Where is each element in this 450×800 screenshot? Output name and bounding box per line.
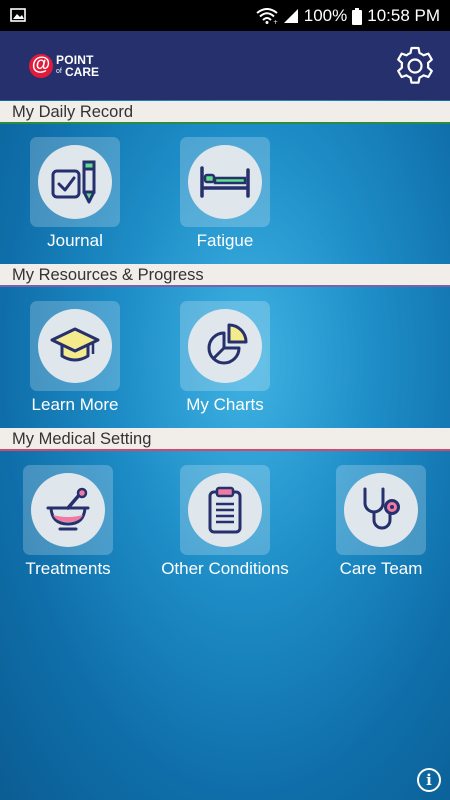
info-button[interactable]: i [417, 768, 441, 792]
treatments-tile[interactable]: Treatments [0, 465, 143, 579]
point-of-care-logo: @ POINT of CARE [29, 51, 109, 81]
care-team-label: Care Team [339, 559, 423, 578]
mortar-pestle-icon [46, 487, 90, 531]
battery-icon [352, 7, 363, 25]
logo-of: of [56, 68, 62, 75]
journal-tile[interactable]: Journal [0, 137, 150, 251]
gallery-icon [10, 8, 26, 22]
battery-percent: 100% [303, 6, 348, 25]
section-header-medical-setting: My Medical Setting [0, 428, 450, 451]
gear-icon [397, 46, 433, 84]
signal-icon [283, 9, 298, 23]
other-conditions-tile[interactable]: Other Conditions [150, 465, 300, 579]
settings-button[interactable] [394, 45, 436, 87]
fatigue-tile[interactable]: Fatigue [150, 137, 300, 251]
wifi-icon: + [256, 8, 278, 24]
status-bar: + 100% 10:58 PM [0, 0, 450, 31]
bed-icon [200, 166, 250, 198]
journal-label: Journal [47, 231, 103, 250]
graduation-cap-icon [50, 327, 100, 362]
my-charts-label: My Charts [186, 395, 264, 414]
stethoscope-icon [363, 487, 400, 530]
fatigue-label: Fatigue [196, 231, 254, 250]
section-header-resources-progress: My Resources & Progress [0, 264, 450, 287]
clock: 10:58 PM [367, 6, 440, 25]
pie-chart-icon [207, 323, 248, 365]
logo-at-sign: @ [29, 54, 53, 78]
info-icon: i [426, 771, 432, 789]
other-conditions-label: Other Conditions [161, 559, 289, 578]
logo-care: CARE [65, 65, 100, 79]
learn-more-tile[interactable]: Learn More [0, 301, 150, 415]
section-header-daily-record: My Daily Record [0, 101, 450, 124]
journal-icon [51, 160, 96, 204]
svg-text:+: + [273, 19, 278, 24]
app-header: @ POINT of CARE [0, 31, 450, 100]
care-team-tile[interactable]: Care Team [306, 465, 450, 579]
treatments-label: Treatments [25, 559, 111, 578]
clipboard-icon [208, 486, 242, 534]
my-charts-tile[interactable]: My Charts [150, 301, 300, 415]
learn-more-label: Learn More [31, 395, 119, 414]
